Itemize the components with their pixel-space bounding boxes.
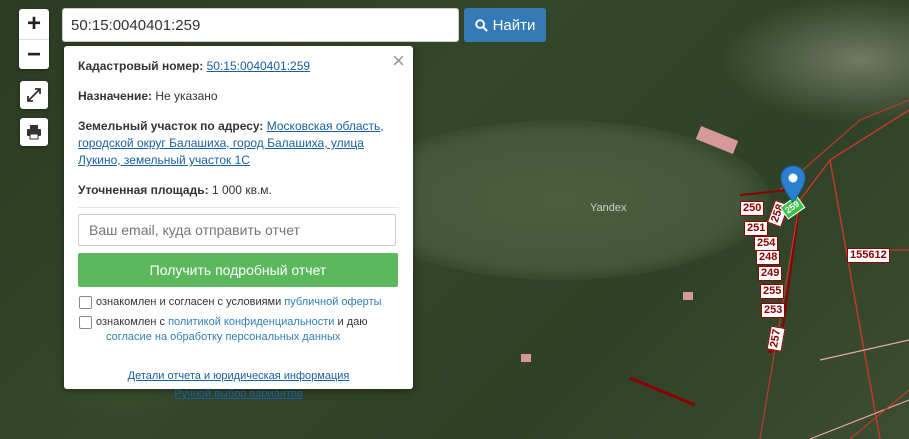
cadastral-link[interactable]: 50:15:0040401:259: [207, 59, 310, 73]
cadastral-row: Кадастровый номер: 50:15:0040401:259: [78, 58, 399, 75]
parcel-label[interactable]: 255: [760, 284, 785, 299]
offer-checkbox[interactable]: [79, 296, 92, 309]
fullscreen-button[interactable]: [20, 81, 48, 109]
zoom-in-button[interactable]: +: [19, 9, 49, 39]
address-label: Земельный участок по адресу:: [78, 119, 264, 133]
privacy-checkbox[interactable]: [79, 316, 92, 329]
offer-link[interactable]: публичной оферты: [284, 296, 381, 308]
parcel-label[interactable]: 155612: [847, 248, 890, 263]
building-highlight: [521, 354, 531, 362]
parcel-label[interactable]: 248: [756, 250, 781, 265]
area-row: Уточненная площадь: 1 000 кв.м.: [78, 182, 399, 199]
zoom-control: + −: [19, 9, 49, 69]
privacy-consent-mid: и даю: [337, 316, 368, 328]
search-button-label: Найти: [492, 16, 536, 34]
divider: [78, 207, 399, 208]
cadastral-label: Кадастровый номер:: [78, 59, 204, 73]
map-watermark: Yandex: [590, 202, 627, 214]
area-value: 1 000: [211, 183, 242, 197]
purpose-value: Не указано: [155, 89, 218, 103]
print-button[interactable]: [20, 118, 48, 146]
manual-selection-link[interactable]: Ручной выбор вариантов: [78, 385, 399, 403]
offer-consent-text: ознакомлен и согласен с условиями: [96, 296, 282, 308]
search-button[interactable]: Найти: [464, 8, 546, 42]
report-details-link[interactable]: Детали отчета и юридическая информация: [78, 367, 399, 385]
search-input[interactable]: [62, 8, 459, 42]
parcel-info-popup: × Кадастровый номер: 50:15:0040401:259 Н…: [64, 46, 413, 400]
parcel-label[interactable]: 250: [740, 201, 765, 216]
area-unit: кв.м.: [245, 183, 272, 197]
purpose-row: Назначение: Не указано: [78, 88, 399, 105]
building-highlight: [683, 292, 693, 300]
search-icon: [474, 18, 488, 32]
parcel-label[interactable]: 251: [744, 221, 769, 236]
privacy-consent-text: ознакомлен с: [96, 316, 166, 328]
parcel-label[interactable]: 253: [761, 303, 786, 318]
expand-icon: [27, 88, 41, 102]
parcel-label[interactable]: 249: [758, 266, 783, 281]
location-marker-icon[interactable]: [780, 165, 806, 203]
zoom-out-button[interactable]: −: [19, 39, 49, 70]
purpose-label: Назначение:: [78, 89, 153, 103]
get-report-button[interactable]: Получить подробный отчет: [78, 253, 398, 287]
privacy-consent-row: ознакомлен с политикой конфиденциальност…: [78, 315, 399, 345]
printer-icon: [27, 125, 41, 140]
privacy-policy-link[interactable]: политикой конфиденциальности: [168, 316, 334, 328]
email-field[interactable]: [78, 214, 396, 246]
offer-consent-row: ознакомлен и согласен с условиями публич…: [78, 295, 399, 310]
area-label: Уточненная площадь:: [78, 183, 209, 197]
parcel-label[interactable]: 254: [754, 236, 779, 251]
address-row: Земельный участок по адресу: Московская …: [78, 118, 399, 169]
close-icon[interactable]: ×: [392, 50, 405, 72]
personal-data-link[interactable]: согласие на обработку персональных данны…: [106, 331, 340, 343]
